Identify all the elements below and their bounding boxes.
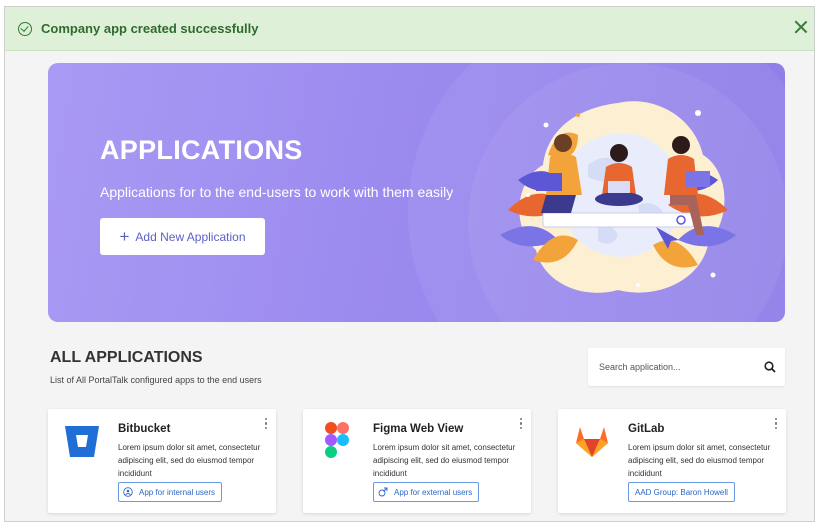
section-title: ALL APPLICATIONS	[50, 349, 203, 366]
team-illustration	[500, 101, 736, 293]
add-button-label: Add New Application	[135, 229, 246, 244]
app-description: Lorem ipsum dolor sit amet, consectetur …	[118, 443, 261, 478]
app-name: GitLab	[628, 423, 665, 435]
app-card-figma[interactable]: Figma Web View Lorem ipsum dolor sit ame…	[303, 409, 531, 513]
search-input[interactable]	[599, 362, 749, 372]
hero-title: APPLICATIONS	[100, 135, 303, 165]
people-icon	[123, 487, 133, 497]
add-new-application-button[interactable]: + Add New Application	[100, 218, 265, 255]
close-icon[interactable]	[793, 19, 809, 35]
app-tag: App for external users	[373, 482, 480, 502]
app-card-gitlab[interactable]: GitLab Lorem ipsum dolor sit amet, conse…	[558, 409, 786, 513]
notification-message: Company app created successfully	[41, 21, 259, 36]
section-subtitle: List of All PortalTalk configured apps t…	[50, 375, 262, 385]
search-box	[588, 348, 785, 386]
gitlab-logo-icon	[576, 427, 608, 457]
app-tag-label: App for external users	[394, 487, 473, 497]
app-window: Company app created successfully APPLICA…	[4, 6, 815, 522]
success-notification: Company app created successfully	[5, 7, 814, 51]
check-circle-icon	[18, 21, 32, 36]
app-tag-label: App for internal users	[139, 487, 216, 497]
app-tag-label: AAD Group: Baron Howell	[635, 487, 728, 497]
app-tag: AAD Group: Baron Howell	[628, 482, 735, 502]
more-options-icon[interactable]	[774, 418, 778, 432]
search-icon[interactable]	[764, 361, 776, 373]
app-name: Bitbucket	[118, 423, 171, 435]
app-description: Lorem ipsum dolor sit amet, consectetur …	[628, 443, 771, 478]
link-icon	[378, 487, 388, 497]
plus-icon: +	[119, 227, 130, 246]
app-description: Lorem ipsum dolor sit amet, consectetur …	[373, 443, 516, 478]
app-card-bitbucket[interactable]: Bitbucket Lorem ipsum dolor sit amet, co…	[48, 409, 276, 513]
app-tag: App for internal users	[118, 482, 223, 502]
more-options-icon[interactable]	[519, 418, 523, 432]
figma-logo-icon	[325, 422, 349, 458]
hero-subtitle: Applications for to the end-users to wor…	[100, 184, 454, 200]
bitbucket-logo-icon	[65, 426, 99, 457]
hero-banner: APPLICATIONS Applications for to the end…	[48, 63, 785, 322]
more-options-icon[interactable]	[264, 418, 268, 432]
app-name: Figma Web View	[373, 423, 464, 435]
